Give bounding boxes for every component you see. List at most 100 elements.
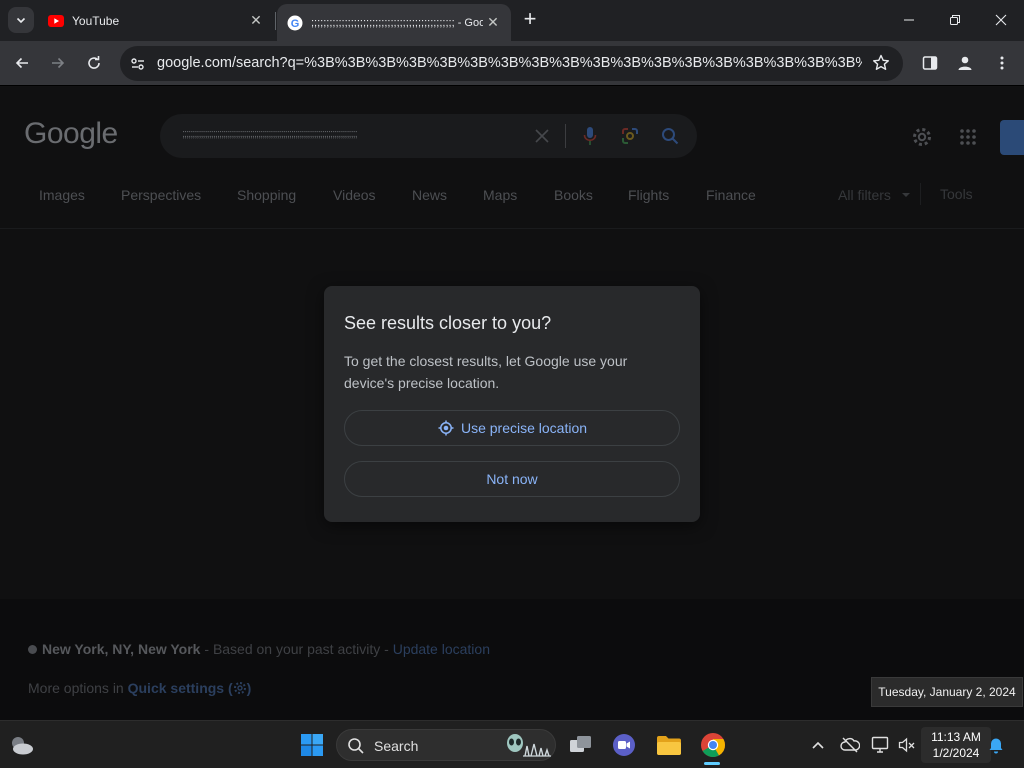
side-panel-icon: [922, 56, 938, 70]
tab-separator: [275, 12, 276, 30]
url-text: google.com/search?q=%3B%3B%3B%3B%3B%3B%3…: [157, 55, 862, 71]
not-now-button[interactable]: Not now: [344, 461, 680, 497]
search-icon[interactable]: [660, 126, 680, 146]
reload-button[interactable]: [80, 49, 108, 77]
browser-menu-button[interactable]: [988, 49, 1016, 77]
close-window-button[interactable]: [978, 0, 1024, 40]
network-monitor-icon: [871, 736, 889, 753]
address-bar[interactable]: google.com/search?q=%3B%3B%3B%3B%3B%3B%3…: [120, 46, 903, 81]
not-now-label: Not now: [486, 471, 538, 487]
use-precise-location-button[interactable]: Use precise location: [344, 410, 680, 446]
search-icon: [348, 738, 364, 754]
location-dot-icon: [28, 645, 37, 654]
location-target-icon: [437, 419, 455, 437]
update-location-link[interactable]: Update location: [393, 641, 490, 657]
taskbar-search[interactable]: Search: [336, 729, 556, 761]
clear-search-icon[interactable]: [532, 126, 552, 146]
location-dialog: See results closer to you? To get the cl…: [324, 286, 700, 522]
nav-tab-videos[interactable]: Videos: [333, 187, 376, 203]
caret-down-icon: [901, 193, 910, 197]
teams-chat-button[interactable]: [608, 729, 640, 761]
forward-button[interactable]: [44, 49, 72, 77]
search-input[interactable]: ;;;;;;;;;;;;;;;;;;;;;;;;;;;;;;;;;;;;;;;;…: [182, 128, 358, 140]
more-options-text: More options in: [28, 680, 128, 696]
restore-button[interactable]: [932, 0, 978, 40]
volume-muted-icon: [898, 737, 915, 753]
tab-title: ;;;;;;;;;;;;;;;;;;;;;;;;;;;;;;;;;;;;;;;;…: [311, 16, 483, 29]
close-icon: [995, 14, 1007, 26]
back-button[interactable]: [8, 49, 36, 77]
file-explorer-button[interactable]: [653, 729, 685, 761]
onedrive-button[interactable]: [840, 735, 860, 755]
arrow-right-icon: [52, 57, 65, 69]
lens-icon[interactable]: [620, 126, 640, 146]
person-icon: [958, 56, 972, 70]
dialog-title: See results closer to you?: [344, 313, 552, 333]
use-precise-location-label: Use precise location: [460, 420, 588, 436]
all-filters-dropdown[interactable]: All filters: [838, 187, 911, 203]
search-divider: [565, 124, 566, 148]
minimize-button[interactable]: [886, 0, 932, 40]
chrome-taskbar-button[interactable]: [697, 729, 729, 761]
quick-settings-paren: ): [246, 680, 252, 696]
location-sep: -: [380, 641, 393, 657]
task-view-button[interactable]: [565, 729, 597, 761]
teams-chat-icon: [613, 734, 635, 756]
profile-button[interactable]: [951, 49, 979, 77]
clock-date: 1/2/2024: [932, 746, 980, 760]
nav-tab-maps[interactable]: Maps: [483, 187, 517, 203]
close-icon[interactable]: ✕: [246, 11, 266, 31]
close-icon[interactable]: ✕: [483, 13, 503, 33]
show-hidden-icons-button[interactable]: [808, 735, 828, 755]
apps-grid-icon[interactable]: [956, 125, 980, 149]
start-button[interactable]: [296, 729, 328, 761]
bookmark-star-icon[interactable]: [871, 53, 891, 73]
kebab-menu-icon: [1000, 56, 1004, 70]
nav-tab-finance[interactable]: Finance: [706, 187, 756, 203]
nav-tab-flights[interactable]: Flights: [628, 187, 669, 203]
settings-gear-icon[interactable]: [910, 125, 934, 149]
google-logo[interactable]: Google: [24, 117, 118, 151]
tab-google-search[interactable]: G ;;;;;;;;;;;;;;;;;;;;;;;;;;;;;;;;;;;;;;…: [277, 4, 511, 41]
header-divider: [0, 228, 1024, 229]
nav-tab-books[interactable]: Books: [554, 187, 593, 203]
tools-button[interactable]: Tools: [940, 186, 973, 202]
reload-icon: [88, 56, 100, 69]
side-panel-button[interactable]: [916, 49, 944, 77]
windows-taskbar: Search 11:13 AM 1/2/2024: [0, 720, 1024, 768]
google-icon: G: [287, 15, 303, 31]
tab-youtube[interactable]: YouTube ✕: [38, 4, 274, 37]
more-options-line: More options in Quick settings (): [28, 680, 251, 696]
nav-tab-perspectives[interactable]: Perspectives: [121, 187, 201, 203]
clock-button[interactable]: 11:13 AM 1/2/2024: [921, 727, 991, 763]
chrome-icon: [701, 733, 725, 758]
tab-search-button[interactable]: [8, 7, 34, 33]
weather-widget[interactable]: [6, 729, 38, 761]
network-button[interactable]: [871, 735, 891, 755]
task-view-icon: [570, 736, 591, 752]
nav-tab-shopping[interactable]: Shopping: [237, 187, 296, 203]
clock-time: 11:13 AM: [931, 730, 981, 744]
location-source: Based on your past activity: [212, 641, 381, 657]
chevron-down-icon: [16, 17, 26, 24]
site-settings-icon[interactable]: [128, 54, 148, 74]
quick-settings-link[interactable]: Quick settings: [128, 680, 224, 696]
microphone-icon[interactable]: [580, 126, 600, 146]
youtube-icon: [48, 13, 64, 29]
sign-in-button[interactable]: [1000, 120, 1024, 155]
dialog-body: To get the closest results, let Google u…: [344, 353, 628, 391]
bell-icon: [989, 738, 1003, 754]
new-tab-button[interactable]: +: [518, 8, 542, 32]
nav-tab-images[interactable]: Images: [39, 187, 85, 203]
nav-tab-news[interactable]: News: [412, 187, 447, 203]
search-highlight-alien-icon: [507, 734, 551, 757]
notifications-button[interactable]: [986, 735, 1006, 755]
folder-icon: [657, 736, 681, 755]
tab-title: YouTube: [72, 13, 120, 28]
volume-button[interactable]: [897, 735, 917, 755]
location-line: New York, NY, New York - Based on your p…: [28, 641, 490, 657]
search-box[interactable]: ;;;;;;;;;;;;;;;;;;;;;;;;;;;;;;;;;;;;;;;;…: [160, 114, 697, 158]
google-results-page: Google ;;;;;;;;;;;;;;;;;;;;;;;;;;;;;;;;;…: [0, 87, 1024, 720]
location-sep: -: [200, 641, 213, 657]
restore-icon: [950, 15, 960, 25]
